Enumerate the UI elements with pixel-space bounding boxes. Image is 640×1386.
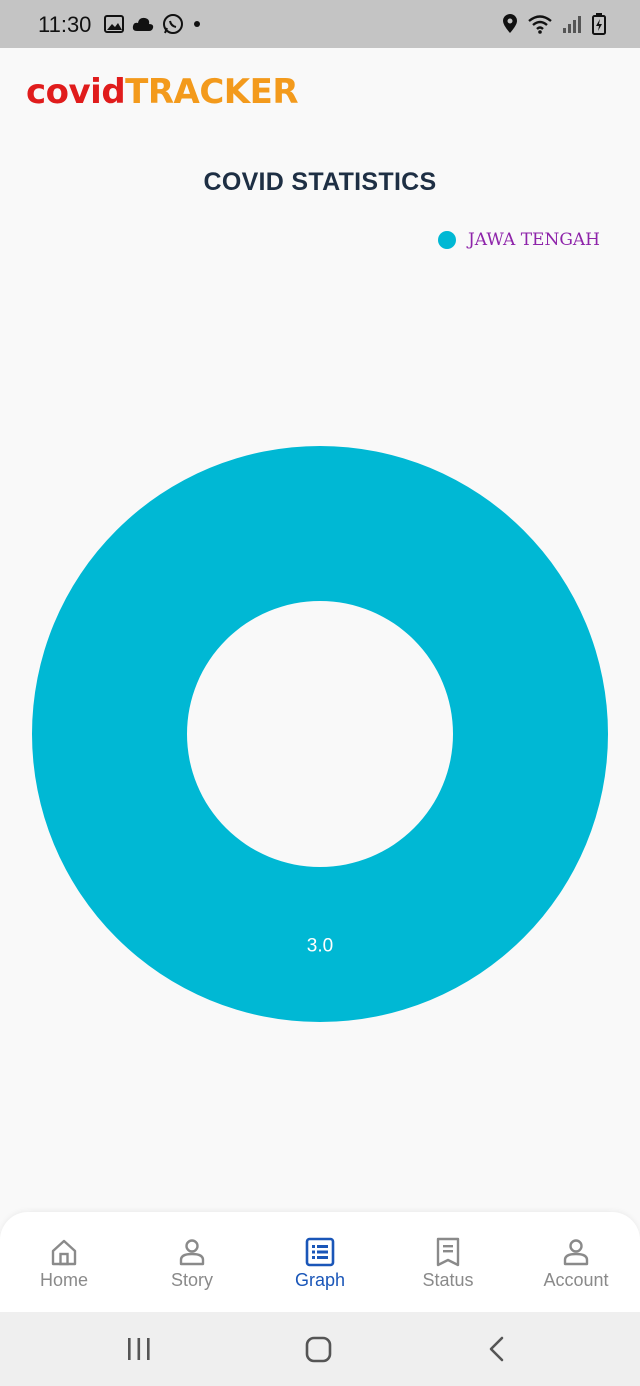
home-icon (51, 1239, 77, 1266)
nav-label-story: Story (170, 1270, 213, 1290)
system-icons (502, 13, 606, 35)
status-bar: 11:30 (0, 0, 640, 48)
logo-text-covid: covid (26, 72, 126, 112)
dot-icon (194, 21, 200, 27)
nav-item-account[interactable]: Account (512, 1236, 640, 1291)
nav-label-status: Status (422, 1270, 474, 1290)
whatsapp-icon (163, 14, 183, 34)
legend-color-dot (437, 231, 456, 249)
nav-label-home: Home (39, 1270, 88, 1290)
person-icon (179, 1239, 205, 1266)
logo-text-tracker: TRACKER (125, 72, 299, 112)
nav-item-graph[interactable]: Graph (256, 1236, 384, 1291)
receipt-icon (436, 1237, 460, 1267)
app-header: covidTRACKER (0, 48, 640, 138)
nav-item-home[interactable]: Home (0, 1236, 128, 1291)
nav-item-status[interactable]: Status (384, 1236, 512, 1291)
nav-label-account: Account (543, 1270, 609, 1290)
cloud-icon (132, 17, 154, 31)
donut-chart: 3.0 (32, 446, 608, 1022)
recent-apps-button[interactable] (126, 1334, 152, 1364)
location-icon (503, 14, 517, 33)
notification-icons (104, 13, 202, 35)
list-icon (305, 1237, 335, 1267)
legend-label: JAWA TENGAH (467, 230, 600, 250)
chart-legend[interactable]: JAWA TENGAH (437, 230, 600, 250)
system-navigation-bar (0, 1312, 640, 1386)
gallery-icon (104, 15, 124, 33)
app-logo: covidTRACKER (26, 72, 299, 112)
battery-icon (592, 13, 606, 35)
home-button[interactable] (304, 1334, 334, 1364)
nav-item-story[interactable]: Story (128, 1236, 256, 1291)
signal-icon (563, 16, 581, 33)
account-icon (563, 1239, 589, 1266)
bottom-navigation: Home Story Graph Status Account (0, 1212, 640, 1312)
slice-value-label: 3.0 (307, 936, 333, 957)
nav-label-graph: Graph (294, 1270, 346, 1290)
wifi-icon (528, 15, 552, 34)
page-title: COVID STATISTICS (203, 168, 437, 196)
back-button[interactable] (486, 1334, 508, 1364)
status-time: 11:30 (38, 12, 92, 37)
